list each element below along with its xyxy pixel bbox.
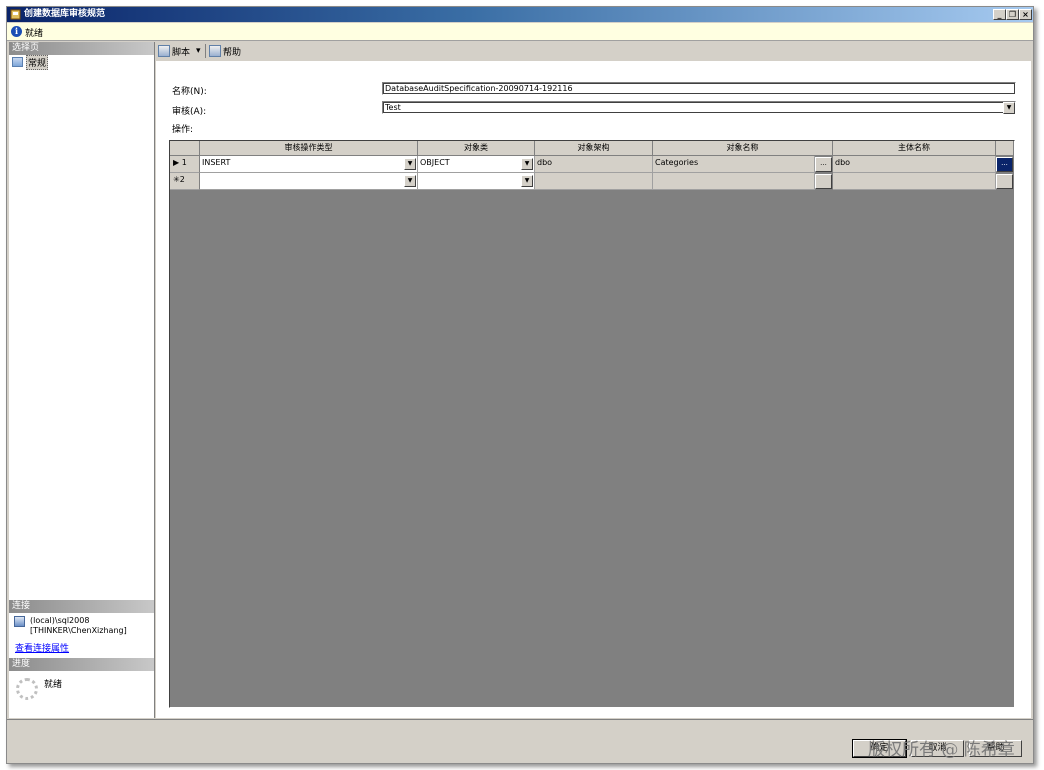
cell-object-name-2 xyxy=(653,173,815,190)
column-header-object-name[interactable]: 对象名称 xyxy=(653,141,833,156)
info-icon: i xyxy=(11,26,22,37)
server-connection-icon xyxy=(14,616,25,627)
copyright-watermark: 版权所有 @ 陈希章 xyxy=(868,740,1015,760)
toolbar: 脚本 ▾ 帮助 xyxy=(156,42,1031,60)
minimize-button[interactable]: _ xyxy=(993,9,1006,20)
actions-grid: 审核操作类型 对象类 对象架构 对象名称 主体名称 ▶ 1 INSERT ▼ O… xyxy=(169,140,1015,708)
cell-principal-name-1: dbo xyxy=(833,156,996,173)
object-class-dropdown-2-icon[interactable]: ▼ xyxy=(521,175,533,187)
title-bar: 创建数据库审核规范 _ ❐ × xyxy=(7,7,1033,22)
close-button[interactable]: × xyxy=(1019,9,1032,20)
cell-object-class-2[interactable] xyxy=(418,173,535,190)
cell-object-name-1: Categories xyxy=(653,156,815,173)
page-item-general[interactable]: 常规 xyxy=(12,54,49,70)
column-header-action-type[interactable]: 审核操作类型 xyxy=(200,141,418,156)
audit-label: 审核(A): xyxy=(172,107,207,117)
connection-header: 连接 xyxy=(9,600,154,613)
status-text: 就绪 xyxy=(25,29,44,39)
audit-dropdown-arrow-icon[interactable]: ▼ xyxy=(1003,102,1015,114)
object-name-browse-button-2[interactable] xyxy=(815,174,832,189)
row-header-2[interactable]: ✳2 xyxy=(170,173,200,190)
cell-object-schema-1: dbo xyxy=(535,156,653,173)
help-label: 帮助 xyxy=(223,47,242,58)
script-button[interactable]: 脚本 ▾ xyxy=(158,44,201,58)
name-label: 名称(N): xyxy=(172,87,207,97)
help-toolbar-button[interactable]: 帮助 xyxy=(209,44,241,58)
left-pane: 选择页 常规 连接 (local)\sql2008 [THINKER\ChenX… xyxy=(9,42,155,718)
progress-header: 进度 xyxy=(9,658,154,671)
toolbar-separator xyxy=(205,44,206,58)
principal-browse-button-1[interactable]: ... xyxy=(996,157,1013,172)
app-icon xyxy=(10,9,21,20)
action-type-dropdown-2-icon[interactable]: ▼ xyxy=(404,175,416,187)
row-header-1[interactable]: ▶ 1 xyxy=(170,156,200,173)
window-title: 创建数据库审核规范 xyxy=(24,9,106,19)
cell-action-type-1[interactable]: INSERT xyxy=(200,156,418,173)
connection-user: [THINKER\ChenXizhang] xyxy=(30,626,127,635)
audit-select[interactable]: Test xyxy=(382,101,1016,114)
help-icon xyxy=(209,45,221,57)
cell-object-class-1[interactable]: OBJECT xyxy=(418,156,535,173)
view-connection-properties-link[interactable]: 查看连接属性 xyxy=(15,641,69,654)
column-header-object-class[interactable]: 对象类 xyxy=(418,141,535,156)
object-class-dropdown-1-icon[interactable]: ▼ xyxy=(521,158,533,170)
page-item-label: 常规 xyxy=(26,54,49,70)
actions-label: 操作: xyxy=(172,125,194,135)
script-label: 脚本 xyxy=(172,47,191,58)
name-input[interactable]: DatabaseAuditSpecification-20090714-1921… xyxy=(382,82,1016,95)
principal-browse-button-2[interactable] xyxy=(996,174,1013,189)
main-content: 名称(N): DatabaseAuditSpecification-200907… xyxy=(156,61,1031,718)
cell-principal-name-2 xyxy=(833,173,996,190)
chevron-down-icon[interactable]: ▾ xyxy=(196,46,201,56)
progress-spinner-icon xyxy=(16,678,38,700)
progress-status: 就绪 xyxy=(44,680,63,690)
general-page-icon xyxy=(12,57,23,67)
cell-action-type-2[interactable] xyxy=(200,173,418,190)
action-type-dropdown-1-icon[interactable]: ▼ xyxy=(404,158,416,170)
column-header-principal-name[interactable]: 主体名称 xyxy=(833,141,996,156)
grid-corner xyxy=(170,141,200,156)
restore-button[interactable]: ❐ xyxy=(1006,9,1019,20)
connection-server: (local)\sql2008 xyxy=(30,616,90,625)
cell-object-schema-2 xyxy=(535,173,653,190)
status-bar: i 就绪 xyxy=(7,23,1033,41)
column-header-object-schema[interactable]: 对象架构 xyxy=(535,141,653,156)
object-name-browse-button-1[interactable]: ... xyxy=(815,157,832,172)
script-icon xyxy=(158,45,170,57)
select-page-header: 选择页 xyxy=(9,42,154,55)
dialog-window: 创建数据库审核规范 _ ❐ × i 就绪 选择页 常规 连接 (local)\s… xyxy=(6,6,1034,764)
column-header-principal-button xyxy=(996,141,1014,156)
